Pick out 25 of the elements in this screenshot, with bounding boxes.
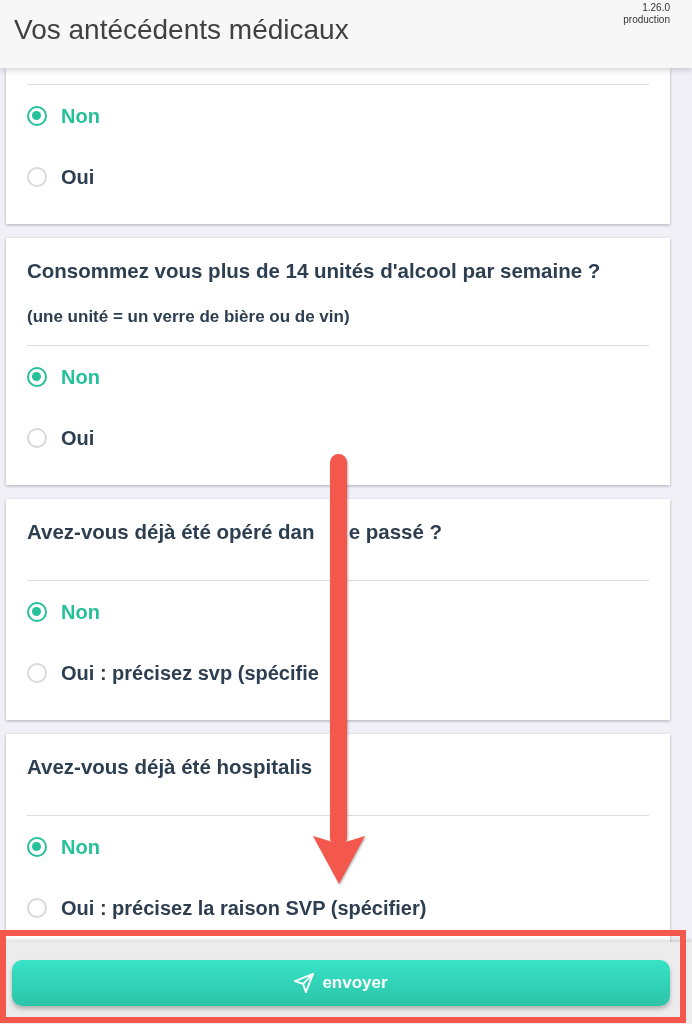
radio-button[interactable] <box>27 366 47 387</box>
radio-option[interactable]: Oui <box>27 425 95 450</box>
radio-option[interactable]: Oui : précisez svp (spécifie <box>27 660 319 685</box>
radio-button[interactable] <box>27 662 47 683</box>
question-text: Avez-vous déjà été hospitalis <box>27 755 313 779</box>
radio-option[interactable]: Non <box>27 364 100 389</box>
radio-option[interactable]: Oui : précisez la raison SVP (spécifier) <box>27 895 427 920</box>
question-text: Avez-vous déjà été opéré dan e passé ? <box>27 520 443 544</box>
question-text: Consommez vous plus de 14 unités d'alcool par semaine ? <box>27 259 601 283</box>
radio-option[interactable]: Non <box>27 103 100 128</box>
radio-button[interactable] <box>27 836 47 857</box>
radio-button[interactable] <box>27 897 47 918</box>
environment-label: production <box>623 14 670 26</box>
radio-button[interactable] <box>27 105 47 126</box>
send-button[interactable]: envoyer <box>12 960 670 1006</box>
send-icon <box>294 973 315 993</box>
radio-button[interactable] <box>27 601 47 622</box>
page-title: Vos antécédents médicaux <box>14 13 349 47</box>
version-number: 1.26.0 <box>642 2 670 14</box>
radio-option[interactable]: Oui <box>27 164 95 189</box>
radio-button[interactable] <box>27 166 47 187</box>
radio-button[interactable] <box>27 427 47 448</box>
radio-option[interactable]: Non <box>27 834 100 859</box>
question-note: (une unité = un verre de bière ou de vin) <box>27 307 350 327</box>
radio-option[interactable]: Non <box>27 599 100 624</box>
